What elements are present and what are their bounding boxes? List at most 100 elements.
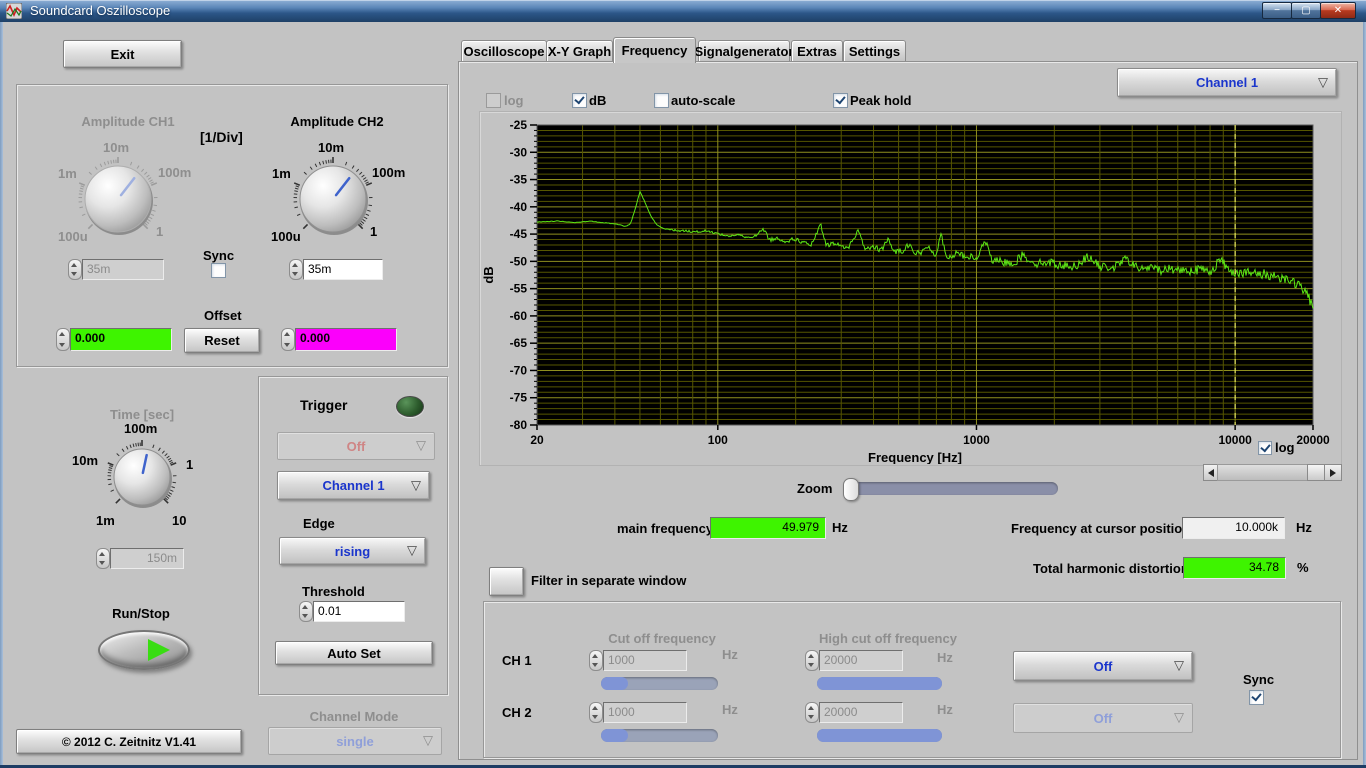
copyright-button[interactable]: © 2012 C. Zeitnitz V1.41 — [16, 729, 242, 754]
ch2-knob-label-1: 1 — [370, 224, 378, 239]
time-value[interactable]: 150m — [110, 548, 184, 569]
channel-select-dropdown[interactable]: Channel 1 ▽ — [1117, 68, 1337, 97]
channel-select-value: Channel 1 — [1195, 75, 1259, 90]
trigger-led — [396, 396, 424, 417]
tab-xy-graph[interactable]: X-Y Graph — [546, 40, 613, 62]
exit-button[interactable]: Exit — [63, 40, 182, 68]
svg-text:dB: dB — [481, 266, 496, 283]
threshold-spinner[interactable] — [299, 601, 313, 622]
threshold-label: Threshold — [302, 584, 365, 599]
trigger-edge-dropdown[interactable]: rising ▽ — [279, 537, 426, 565]
maximize-button[interactable]: ▢ — [1291, 2, 1321, 19]
offset-ch1-value[interactable]: 0.000 — [70, 328, 172, 351]
zoom-slider-track[interactable] — [846, 482, 1058, 495]
amplitude-ch2-spinner[interactable] — [289, 259, 303, 280]
amplitude-ch2-value[interactable]: 35m — [303, 259, 383, 280]
tab-signalgenerator[interactable]: Signalgenerator — [695, 40, 793, 62]
minimize-button[interactable]: − — [1262, 2, 1292, 19]
offset-label: Offset — [204, 308, 242, 323]
filter-window-button[interactable] — [489, 567, 524, 596]
scrollbar-track[interactable] — [1217, 464, 1309, 481]
scrollbar-right-button[interactable] — [1324, 464, 1342, 481]
ch1-cutoff-value[interactable]: 1000 — [603, 650, 687, 671]
auto-scale-checkbox[interactable] — [654, 93, 669, 108]
ch2-cutoff-spinner[interactable] — [589, 702, 603, 723]
tab-settings[interactable]: Settings — [843, 40, 906, 62]
ch1-high-cutoff-slider[interactable] — [817, 677, 942, 690]
offset-reset-button[interactable]: Reset — [184, 328, 260, 353]
trigger-title: Trigger — [300, 397, 348, 413]
time-knob[interactable] — [100, 435, 184, 519]
filter-sync-checkbox[interactable] — [1249, 690, 1264, 705]
svg-text:-60: -60 — [510, 309, 528, 323]
ch1-cutoff-spinner[interactable] — [589, 650, 603, 671]
offset-ch2-spinner[interactable] — [281, 328, 295, 351]
svg-text:-55: -55 — [510, 282, 528, 296]
trigger-source-dropdown[interactable]: Channel 1 ▽ — [277, 471, 430, 500]
time-knob-label-10m: 10m — [72, 453, 99, 468]
ch2-knob-label-10m: 10m — [318, 140, 345, 155]
ch2-high-cutoff-unit: Hz — [937, 702, 953, 717]
axis-log-checkbox[interactable] — [1258, 441, 1272, 455]
threshold-value[interactable]: 0.01 — [313, 601, 405, 622]
svg-text:1000: 1000 — [963, 433, 990, 447]
svg-text:-45: -45 — [510, 227, 528, 241]
title-bar[interactable]: Soundcard Oszilloscope − ▢ ✕ — [0, 0, 1366, 22]
close-button[interactable]: ✕ — [1320, 2, 1356, 19]
amplitude-ch2-knob[interactable] — [288, 154, 378, 244]
amplitude-ch1-spinner[interactable] — [68, 259, 82, 280]
offset-ch2-value[interactable]: 0.000 — [295, 328, 397, 351]
ch1-knob-label-100m: 100m — [158, 165, 192, 180]
edge-label: Edge — [303, 516, 335, 531]
main-frequency-value: 49.979 — [710, 517, 826, 539]
ch1-knob-label-100u: 100u — [58, 229, 88, 244]
offset-ch1-spinner[interactable] — [56, 328, 70, 351]
ch2-high-cutoff-value[interactable]: 20000 — [819, 702, 903, 723]
ch2-high-cutoff-spinner[interactable] — [805, 702, 819, 723]
amplitude-sync-checkbox[interactable] — [211, 263, 226, 278]
ch2-knob-label-100u: 100u — [271, 229, 301, 244]
time-spinner[interactable] — [96, 548, 110, 569]
window-title: Soundcard Oszilloscope — [30, 3, 171, 18]
arrow-right-icon — [1330, 468, 1336, 477]
tab-label: Extras — [797, 44, 837, 59]
amplitude-ch1-value[interactable]: 35m — [82, 259, 164, 280]
peak-hold-checkbox[interactable] — [833, 93, 848, 108]
run-stop-button[interactable] — [98, 630, 190, 670]
amplitude-ch2-title: Amplitude CH2 — [290, 114, 384, 129]
chevron-down-icon: ▽ — [407, 542, 417, 558]
spectrum-graph[interactable]: -25 -30 -35 -40 -45 -50 -55 -60 -65 -70 -75 -8020 10… — [480, 112, 1340, 464]
tab-frequency[interactable]: Frequency — [613, 37, 696, 63]
filter-sync-label: Sync — [1243, 672, 1275, 687]
ch1-filter-mode-dropdown[interactable]: Off ▽ — [1013, 651, 1193, 681]
ch2-cutoff-value[interactable]: 1000 — [603, 702, 687, 723]
auto-set-button[interactable]: Auto Set — [275, 641, 433, 665]
tab-oscilloscope[interactable]: Oscilloscope — [461, 40, 547, 62]
svg-text:100: 100 — [708, 433, 728, 447]
chevron-down-icon: ▽ — [423, 732, 433, 748]
zoom-slider-handle[interactable] — [843, 478, 859, 501]
ch1-high-cutoff-spinner[interactable] — [805, 650, 819, 671]
db-checkbox[interactable] — [572, 93, 587, 108]
offset-reset-label: Reset — [204, 333, 240, 348]
chevron-down-icon: ▽ — [1318, 74, 1328, 90]
ch2-high-cutoff-slider[interactable] — [817, 729, 942, 742]
time-knob-label-10: 10 — [172, 513, 187, 528]
chevron-down-icon: ▽ — [1174, 657, 1184, 673]
trigger-mode-dropdown[interactable]: Off ▽ — [277, 432, 435, 460]
log-checkbox[interactable] — [486, 93, 501, 108]
channel-mode-dropdown[interactable]: single ▽ — [268, 727, 442, 755]
ch2-filter-mode-dropdown[interactable]: Off ▽ — [1013, 703, 1193, 733]
app-icon — [6, 3, 22, 19]
cutoff-header: Cut off frequency — [608, 631, 716, 646]
filter-ch2-label: CH 2 — [502, 705, 532, 720]
ch2-cutoff-slider[interactable] — [601, 729, 718, 742]
trigger-edge-value: rising — [334, 543, 371, 559]
svg-text:20000: 20000 — [1296, 433, 1330, 447]
ch1-cutoff-slider[interactable] — [601, 677, 718, 690]
thd-label: Total harmonic distortion — [1033, 561, 1189, 576]
maximize-icon: ▢ — [1301, 5, 1311, 16]
ch1-high-cutoff-value[interactable]: 20000 — [819, 650, 903, 671]
window-border-left — [0, 22, 3, 765]
tab-extras[interactable]: Extras — [791, 40, 843, 62]
